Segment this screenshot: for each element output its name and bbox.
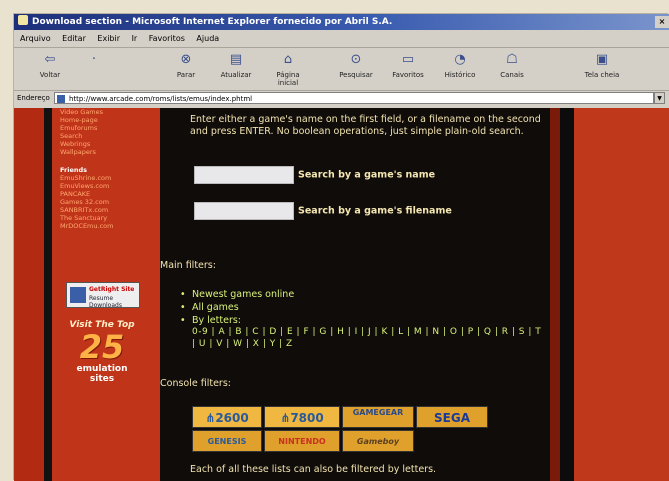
friend-link[interactable]: Games 32.com [60,198,160,206]
home-icon: ⌂ [283,52,293,67]
channels-icon: ☖ [506,52,518,67]
sidebar-link-emuforums[interactable]: Emuforums [60,124,160,132]
search-file-row: Search by a game's filename [194,202,452,220]
stop-button[interactable]: ⊗ Parar [164,52,208,79]
menu-item-exibir[interactable]: Exibir [97,34,120,43]
favorites-button[interactable]: ▭ Favoritos [386,52,430,79]
right-border-black [560,108,574,481]
browser-window: Download section - Microsoft Internet Ex… [14,14,669,481]
main-filters-heading: Main filters: [160,260,216,271]
console-sega-button[interactable]: SEGA [416,406,488,428]
favorites-icon: ▭ [401,52,415,67]
back-arrow-icon: ⇦ [44,52,56,67]
sidebar-link-webrings[interactable]: Webrings [60,140,160,148]
friend-link[interactable]: SANBRITx.com [60,206,160,214]
menu-item-ir[interactable]: Ir [132,34,138,43]
back-button[interactable]: ⇦ Voltar [28,52,72,79]
ie-logo-icon [18,15,28,25]
search-button[interactable]: ⊙ Pesquisar [334,52,378,79]
window-title: Download section - Microsoft Internet Ex… [32,17,393,27]
fullscreen-button[interactable]: ▣ Tela cheia [580,52,624,79]
menu-bar: Arquivo Editar Exibir Ir Favoritos Ajuda [14,30,669,48]
sidebar-link-wallpapers[interactable]: Wallpapers [60,148,160,156]
sidebar-links: Video Games Home-page Emuforums Search W… [60,108,160,230]
console-atari-2600-button[interactable]: ⋔2600 [192,406,262,428]
forward-button[interactable]: · [72,52,116,71]
menu-item-ajuda[interactable]: Ajuda [196,34,219,43]
friend-link[interactable]: EmuShrine.com [60,174,160,182]
top25-line3: sites [89,374,115,384]
console-genesis-button[interactable]: GENESIS [192,430,262,452]
fullscreen-icon: ▣ [595,52,609,67]
filter-all-link[interactable]: All games [178,301,294,314]
sidebar-link-home[interactable]: Home-page [60,116,160,124]
page-content: Video Games Home-page Emuforums Search W… [14,108,669,481]
atari-logo-icon: ⋔ [280,411,291,425]
title-bar: Download section - Microsoft Internet Ex… [14,14,669,30]
console-filters-heading: Console filters: [160,378,231,389]
search-name-row: Search by a game's name [194,166,435,184]
history-icon: ◔ [454,52,466,67]
refresh-icon: ▤ [229,52,243,67]
refresh-button[interactable]: ▤ Atualizar [214,52,258,79]
banner-title: GetRight Site [89,286,135,293]
main-column: Enter either a game's name on the first … [160,108,550,481]
menu-item-favoritos[interactable]: Favoritos [149,34,185,43]
search-icon: ⊙ [350,52,362,67]
atari-logo-icon: ⋔ [205,411,216,425]
friends-heading: Friends [60,166,88,174]
right-panel [574,108,669,481]
banner-subtitle: Resume Downloads [89,295,122,309]
address-input[interactable]: http://www.arcade.com/roms/lists/emus/in… [54,92,654,104]
top25-banner[interactable]: Visit The Top 25 emulation sites [62,320,142,384]
channels-button[interactable]: ☖ Canais [490,52,534,79]
address-url: http://www.arcade.com/roms/lists/emus/in… [69,95,253,103]
console-gamegear-button[interactable]: GAMEGEAR [342,406,414,428]
menu-item-arquivo[interactable]: Arquivo [20,34,51,43]
download-icon [70,287,86,303]
search-filename-input[interactable] [194,202,294,220]
page-icon [57,95,65,103]
letter-links[interactable]: 0-9 | A | B | C | D | E | F | G | H | I … [192,326,542,350]
console-atari-7800-button[interactable]: ⋔7800 [264,406,340,428]
filter-list: Newest games online All games By letters… [178,288,294,327]
menu-item-editar[interactable]: Editar [62,34,86,43]
left-border [44,108,52,481]
home-button[interactable]: ⌂ Página inicial [266,52,310,87]
history-button[interactable]: ◔ Histórico [438,52,482,79]
close-icon[interactable]: × [655,16,669,28]
search-name-label: Search by a game's name [298,169,436,181]
chevron-down-icon[interactable]: ▼ [654,92,665,104]
address-label: Endereço [17,94,50,102]
console-nintendo-button[interactable]: NINTENDO [264,430,340,452]
top25-number: 25 [79,328,125,366]
friend-link[interactable]: MrDOCEmu.com [60,222,160,230]
stop-icon: ⊗ [180,52,192,67]
console-gameboy-button[interactable]: Gameboy [342,430,414,452]
forward-arrow-icon: · [91,52,97,67]
top25-line2: emulation [76,364,128,374]
address-bar: Endereço http://www.arcade.com/roms/list… [14,91,669,106]
filter-footnote: Each of all these lists can also be filt… [190,464,437,475]
friend-link[interactable]: The Sanctuary [60,214,160,222]
right-border-dark-red [550,108,560,481]
sidebar-link-search[interactable]: Search [60,132,160,140]
toolbar: ⇦ Voltar · ⊗ Parar ▤ Atualizar ⌂ Página inic… [14,48,669,91]
search-name-input[interactable] [194,166,294,184]
friend-link[interactable]: EmuViews.com [60,182,160,190]
getright-banner[interactable]: GetRight Site Resume Downloads [66,282,140,309]
filter-newest-link[interactable]: Newest games online [178,288,294,301]
sidebar-link-video-games[interactable]: Video Games [60,108,160,116]
search-instructions: Enter either a game's name on the first … [190,114,541,137]
friend-link[interactable]: PANCAKE [60,190,160,198]
search-file-label: Search by a game's filename [298,205,452,217]
